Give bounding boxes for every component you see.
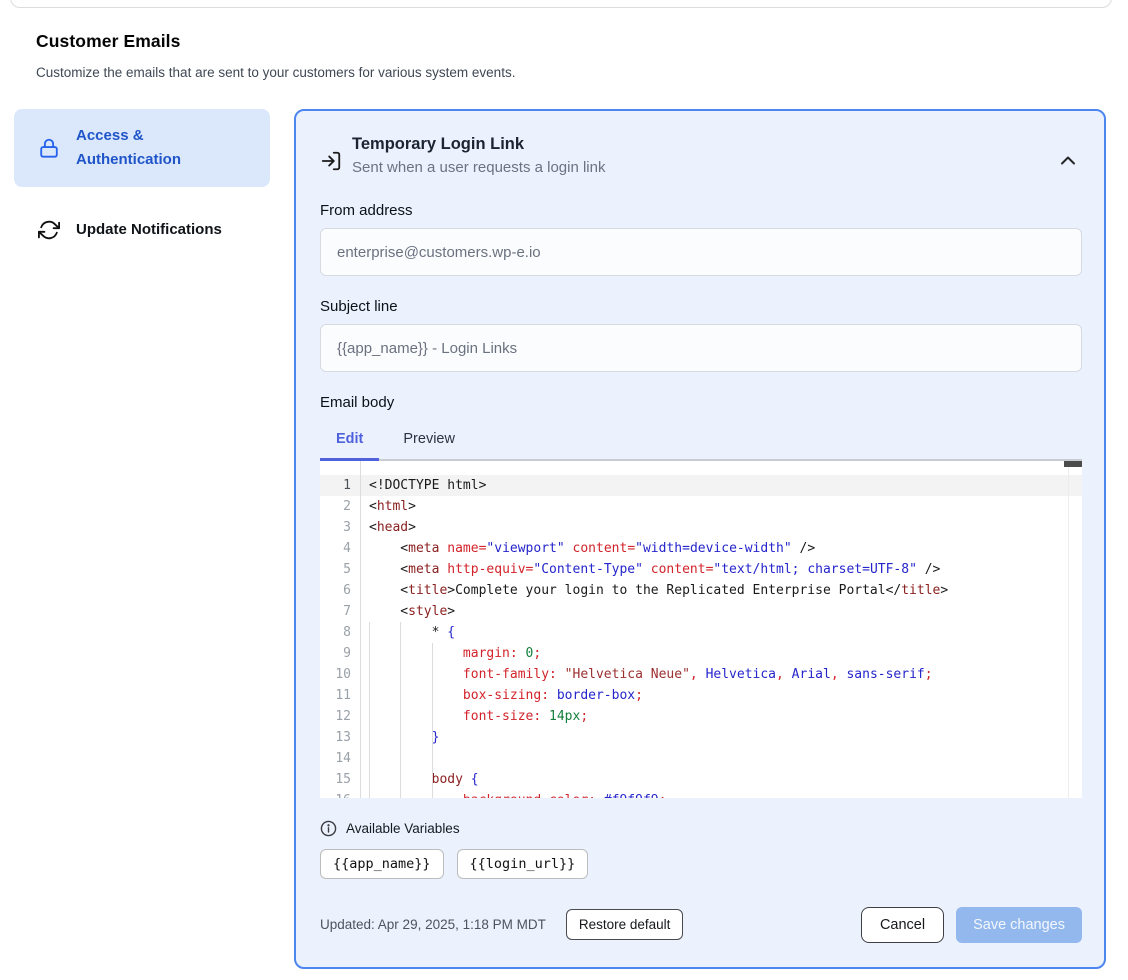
subject-line-input[interactable] [320, 324, 1082, 372]
card-footer: Updated: Apr 29, 2025, 1:18 PM MDT Resto… [320, 907, 1082, 943]
code-line: 5 <meta http-equiv="Content-Type" conten… [320, 559, 1082, 580]
line-number: 3 [320, 517, 360, 538]
email-types-sidebar: Access & Authentication Update Notificat… [14, 109, 270, 257]
code-line: 3<head> [320, 517, 1082, 538]
card-header: Temporary Login Link Sent when a user re… [320, 135, 1082, 176]
line-number: 5 [320, 559, 360, 580]
indent-guide [400, 622, 401, 798]
code-line: 12 font-size: 14px; [320, 706, 1082, 727]
previous-section-bottom-edge [10, 0, 1112, 8]
code-line: 1<!DOCTYPE html> [320, 475, 1082, 496]
line-number: 1 [320, 475, 360, 496]
variable-chips: {{app_name}} {{login_url}} [320, 849, 1082, 879]
available-variables-row: Available Variables [320, 820, 1082, 837]
code-line: 15 body { [320, 769, 1082, 790]
line-number: 2 [320, 496, 360, 517]
code-line: 9 margin: 0; [320, 643, 1082, 664]
scrollbar-thumb[interactable] [1064, 461, 1082, 467]
temporary-login-link-card: Temporary Login Link Sent when a user re… [294, 109, 1106, 969]
code-line: 8 * { [320, 622, 1082, 643]
code-line: 2<html> [320, 496, 1082, 517]
available-variables-label: Available Variables [346, 821, 460, 836]
sidebar-item-label: Access & Authentication [76, 124, 216, 172]
lock-icon [38, 137, 60, 159]
refresh-icon [38, 219, 60, 241]
content-layout: Access & Authentication Update Notificat… [14, 109, 1128, 969]
variable-chip-app-name[interactable]: {{app_name}} [320, 849, 444, 879]
sidebar-item-access-authentication[interactable]: Access & Authentication [14, 109, 270, 187]
tab-edit[interactable]: Edit [320, 425, 379, 461]
line-number: 16 [320, 790, 360, 798]
email-body-tabs: Edit Preview [320, 425, 1082, 461]
indent-guide [432, 643, 433, 798]
sidebar-item-update-notifications[interactable]: Update Notifications [14, 203, 270, 257]
code-lines: 1<!DOCTYPE html>2<html>3<head>4 <meta na… [320, 475, 1082, 798]
line-number: 11 [320, 685, 360, 706]
indent-guide [369, 622, 370, 798]
code-line: 7 <style> [320, 601, 1082, 622]
page-title: Customer Emails [36, 31, 1092, 52]
code-line: 14 [320, 748, 1082, 769]
code-line: 16 background-color: #f9f9f9; [320, 790, 1082, 798]
page-subtitle: Customize the emails that are sent to yo… [36, 65, 1092, 80]
from-address-label: From address [320, 202, 1082, 219]
code-line: 6 <title>Complete your login to the Repl… [320, 580, 1082, 601]
restore-default-button[interactable]: Restore default [566, 909, 684, 940]
info-icon [320, 820, 337, 837]
sidebar-item-label: Update Notifications [76, 218, 222, 242]
card-title: Temporary Login Link [352, 135, 605, 154]
code-line: 13 } [320, 727, 1082, 748]
line-number: 13 [320, 727, 360, 748]
code-editor[interactable]: 1<!DOCTYPE html>2<html>3<head>4 <meta na… [320, 461, 1082, 798]
gutter-separator [360, 461, 361, 798]
chevron-up-icon [1056, 149, 1080, 173]
line-number: 12 [320, 706, 360, 727]
email-body-label: Email body [320, 394, 1082, 411]
subject-line-label: Subject line [320, 298, 1082, 315]
code-line: 10 font-family: "Helvetica Neue", Helvet… [320, 664, 1082, 685]
login-icon [320, 150, 342, 172]
cancel-button[interactable]: Cancel [861, 907, 944, 943]
collapse-section-button[interactable] [1056, 149, 1080, 173]
page-header: Customer Emails Customize the emails tha… [0, 0, 1128, 80]
save-changes-button[interactable]: Save changes [956, 907, 1082, 943]
code-line: 11 box-sizing: border-box; [320, 685, 1082, 706]
line-number: 15 [320, 769, 360, 790]
line-number: 9 [320, 643, 360, 664]
variable-chip-login-url[interactable]: {{login_url}} [457, 849, 589, 879]
line-number: 8 [320, 622, 360, 643]
code-line: 4 <meta name="viewport" content="width=d… [320, 538, 1082, 559]
card-subtitle: Sent when a user requests a login link [352, 159, 605, 176]
line-number: 6 [320, 580, 360, 601]
line-number: 4 [320, 538, 360, 559]
scrollbar-track [1068, 461, 1069, 798]
line-number: 14 [320, 748, 360, 769]
line-number: 10 [320, 664, 360, 685]
tab-preview[interactable]: Preview [387, 425, 471, 461]
card-header-text: Temporary Login Link Sent when a user re… [352, 135, 605, 176]
updated-timestamp: Updated: Apr 29, 2025, 1:18 PM MDT [320, 917, 546, 932]
line-number: 7 [320, 601, 360, 622]
from-address-input[interactable] [320, 228, 1082, 276]
